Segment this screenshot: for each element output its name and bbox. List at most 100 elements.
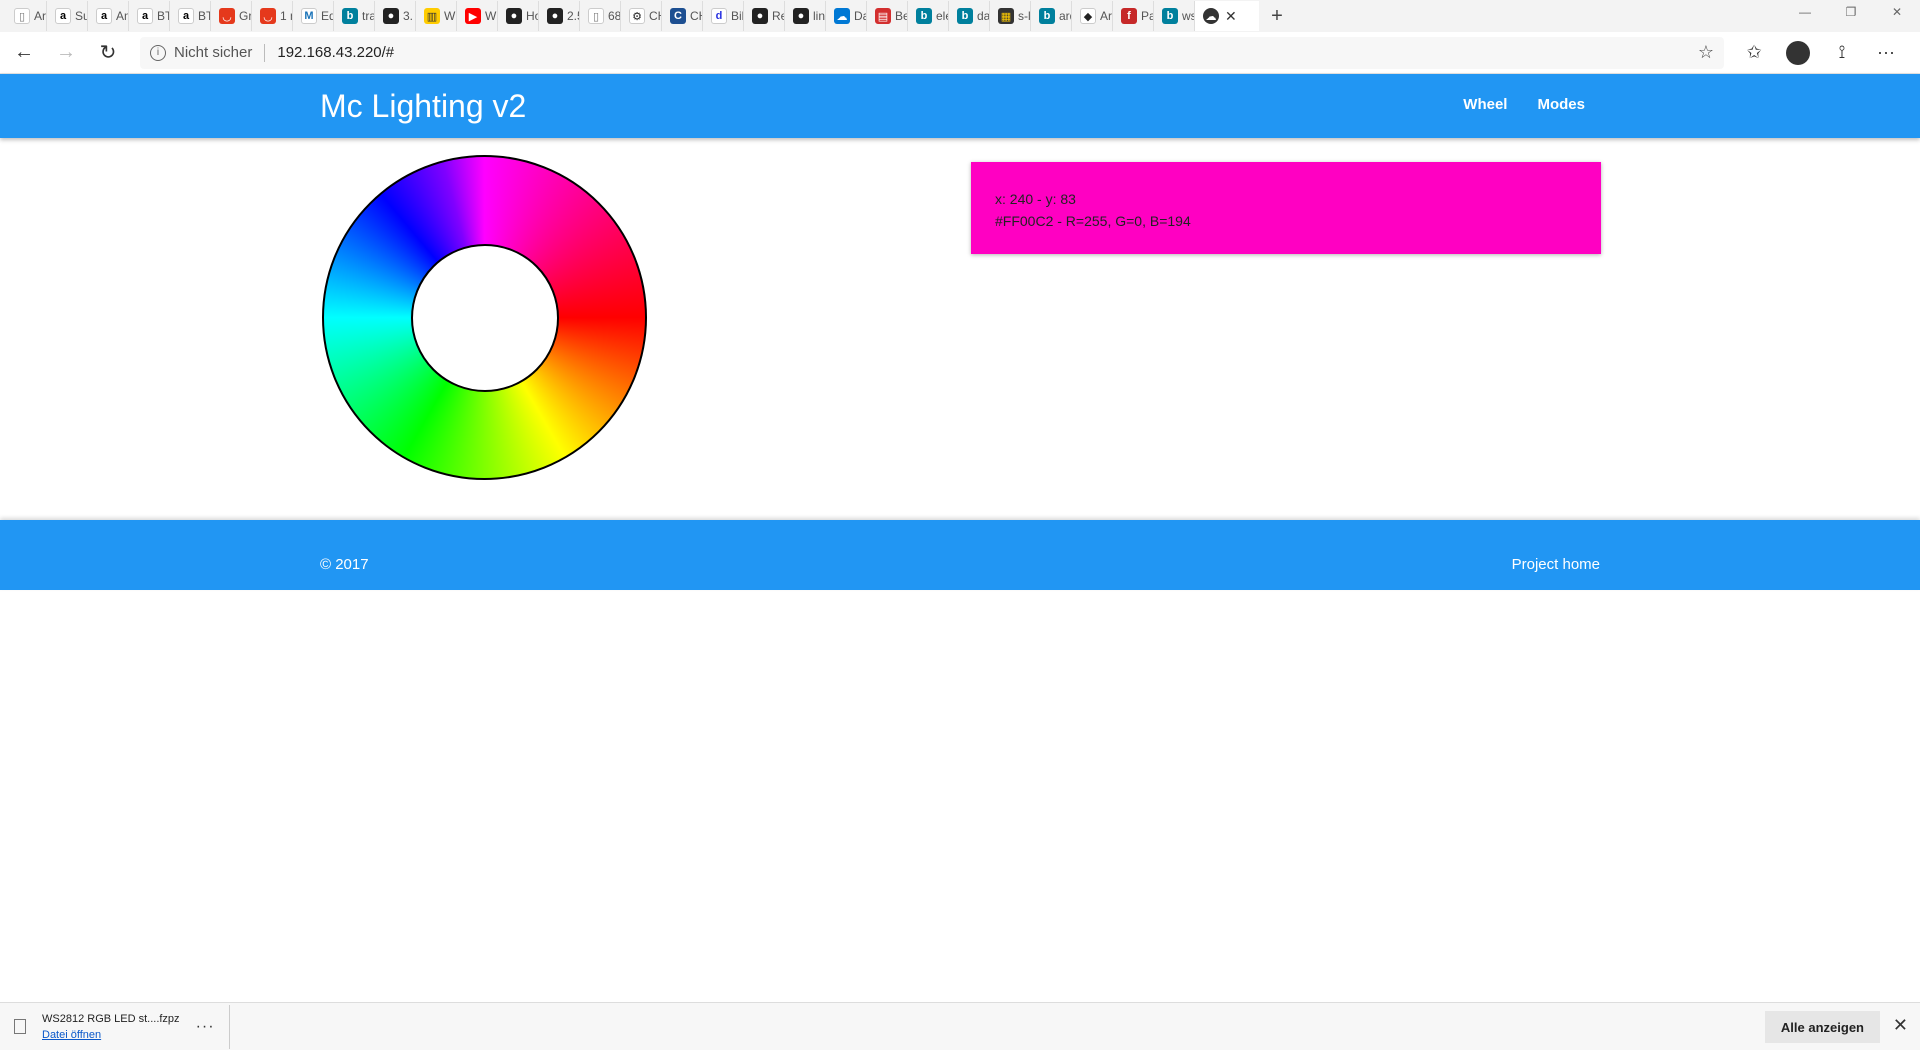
browser-tab[interactable]: ▯ Arc — [6, 1, 47, 31]
tab-title: Gro — [239, 9, 251, 23]
project-home-link[interactable]: Project home — [1512, 556, 1600, 573]
tab-title: BTF — [198, 9, 210, 23]
browser-tab[interactable]: ▦ s-l1 — [990, 1, 1031, 31]
copyright-text: © 2017 — [320, 556, 369, 573]
forward-button[interactable]: → — [48, 35, 84, 71]
selected-color-card: x: 240 - y: 83 #FF00C2 - R=255, G=0, B=1… — [971, 162, 1601, 254]
browser-tab[interactable]: M Edi — [293, 1, 334, 31]
tab-title: BTF — [157, 9, 169, 23]
browser-tab[interactable]: ● 2.5 — [539, 1, 580, 31]
color-wheel[interactable] — [322, 155, 647, 480]
restore-icon[interactable]: ❐ — [1828, 0, 1874, 24]
info-icon[interactable]: i — [150, 44, 166, 61]
browser-tab[interactable]: ● Rel — [744, 1, 785, 31]
browser-tab[interactable]: bele — [908, 1, 949, 31]
omnibox[interactable]: i Nicht sicher 192.168.43.220/# ☆ — [140, 36, 1724, 69]
cloud-icon: ☁ — [1203, 8, 1219, 24]
github-icon: ● — [547, 8, 563, 24]
deal-icon: ◡ — [219, 8, 235, 24]
bing-icon: b — [1039, 8, 1055, 24]
browser-tab[interactable]: btrar — [334, 1, 375, 31]
tab-title: 1 m — [280, 9, 292, 23]
du-icon: d — [711, 8, 727, 24]
nav-modes-link[interactable]: Modes — [1537, 96, 1585, 113]
browser-tab[interactable]: a Suc — [47, 1, 88, 31]
color-coordinates: x: 240 - y: 83 — [995, 191, 1076, 207]
tab-title: dar — [977, 9, 989, 23]
tab-title: Am — [116, 9, 128, 23]
bing-icon: b — [342, 8, 358, 24]
new-tab-button[interactable]: + — [1259, 1, 1295, 31]
download-bar: WS2812 RGB LED st....fzpz Datei öffnen ·… — [0, 1002, 1920, 1050]
window-close-icon[interactable]: ✕ — [1874, 0, 1920, 24]
m-icon: M — [301, 8, 317, 24]
download-more-icon[interactable]: ··· — [196, 1018, 215, 1036]
tab-title: Par — [1141, 9, 1153, 23]
color-wheel-center — [410, 243, 559, 392]
browser-tab[interactable]: d Bild — [703, 1, 744, 31]
bing-icon: b — [957, 8, 973, 24]
browser-tab[interactable]: ● linc — [785, 1, 826, 31]
nav-wheel-link[interactable]: Wheel — [1463, 96, 1507, 113]
favorite-star-icon[interactable]: ☆ — [1698, 42, 1714, 63]
youtube-icon: ▶ — [465, 8, 481, 24]
show-all-button[interactable]: Alle anzeigen — [1764, 1011, 1880, 1043]
browser-tab[interactable]: ▯ 687 — [580, 1, 621, 31]
browser-tab[interactable]: bard — [1031, 1, 1072, 31]
browser-tab[interactable]: ◡ Gro — [211, 1, 252, 31]
browser-tab[interactable]: ◆ Arc — [1072, 1, 1113, 31]
bank-icon: ▥ — [424, 8, 440, 24]
active-tab[interactable]: ☁ ✕ — [1195, 1, 1259, 31]
browser-tab[interactable]: ⚙ CH — [621, 1, 662, 31]
tab-title: 687 — [608, 9, 620, 23]
browser-tab[interactable]: ▶ WS — [457, 1, 498, 31]
tab-title: trar — [362, 9, 374, 23]
tab-title: Edi — [321, 9, 333, 23]
browser-tab[interactable]: C CH — [662, 1, 703, 31]
browser-tab[interactable]: ☁ Dat — [826, 1, 867, 31]
browser-tab[interactable]: ● Hor — [498, 1, 539, 31]
browser-tab[interactable]: ▤ Bet — [867, 1, 908, 31]
security-label[interactable]: Nicht sicher — [174, 44, 252, 61]
omnibox-separator — [264, 43, 266, 62]
tab-title: ws2 — [1182, 9, 1194, 23]
tab-title: Arc — [34, 9, 46, 23]
amazon-icon: a — [96, 8, 112, 24]
bing-icon: b — [916, 8, 932, 24]
browser-tab[interactable]: b ws2 — [1154, 1, 1195, 31]
tab-title: Rel — [772, 9, 784, 23]
browser-tab[interactable]: bdar — [949, 1, 990, 31]
profile-avatar[interactable] — [1786, 40, 1810, 65]
minimize-icon[interactable]: — — [1782, 0, 1828, 24]
close-tab-icon[interactable]: ✕ — [1225, 8, 1237, 25]
url-text[interactable]: 192.168.43.220/# — [277, 44, 1698, 61]
tab-title: Hor — [526, 9, 538, 23]
open-file-link[interactable]: Datei öffnen — [42, 1027, 180, 1043]
favorites-icon[interactable]: ✩ — [1732, 35, 1776, 71]
tab-title: ard — [1059, 9, 1071, 23]
ch-icon: C — [670, 8, 686, 24]
f-icon: f — [1121, 8, 1137, 24]
hat-icon: ◆ — [1080, 8, 1096, 24]
gear-icon: ⚙ — [629, 8, 645, 24]
brand-title[interactable]: Mc Lighting v2 — [320, 88, 526, 125]
browser-tab[interactable]: a BTF — [170, 1, 211, 31]
back-button[interactable]: ← — [6, 35, 42, 71]
browser-tab[interactable]: a Am — [88, 1, 129, 31]
browser-tab[interactable]: ◡ 1 m — [252, 1, 293, 31]
file-icon — [14, 1019, 26, 1034]
read-aloud-icon[interactable]: ⟟ — [1820, 35, 1864, 71]
tab-title: CH — [649, 9, 661, 23]
close-download-bar-icon[interactable]: ✕ — [1893, 1015, 1908, 1036]
reload-button[interactable]: ↻ — [90, 35, 126, 71]
browser-tab[interactable]: a BTF — [129, 1, 170, 31]
tab-title: Dat — [854, 9, 866, 23]
more-icon[interactable]: ··· — [1864, 35, 1908, 71]
browser-tab[interactable]: ▥ WE — [416, 1, 457, 31]
download-item[interactable]: WS2812 RGB LED st....fzpz Datei öffnen ·… — [0, 1004, 230, 1049]
tab-title: Suc — [75, 9, 87, 23]
cloud-icon: ☁ — [834, 8, 850, 24]
browser-tab[interactable]: ● 3. F — [375, 1, 416, 31]
tab-list: ▯ArcaSucaAmaBTFaBTF◡Gro◡1 mMEdibtrar●3. … — [6, 1, 1195, 31]
browser-tab[interactable]: f Par — [1113, 1, 1154, 31]
